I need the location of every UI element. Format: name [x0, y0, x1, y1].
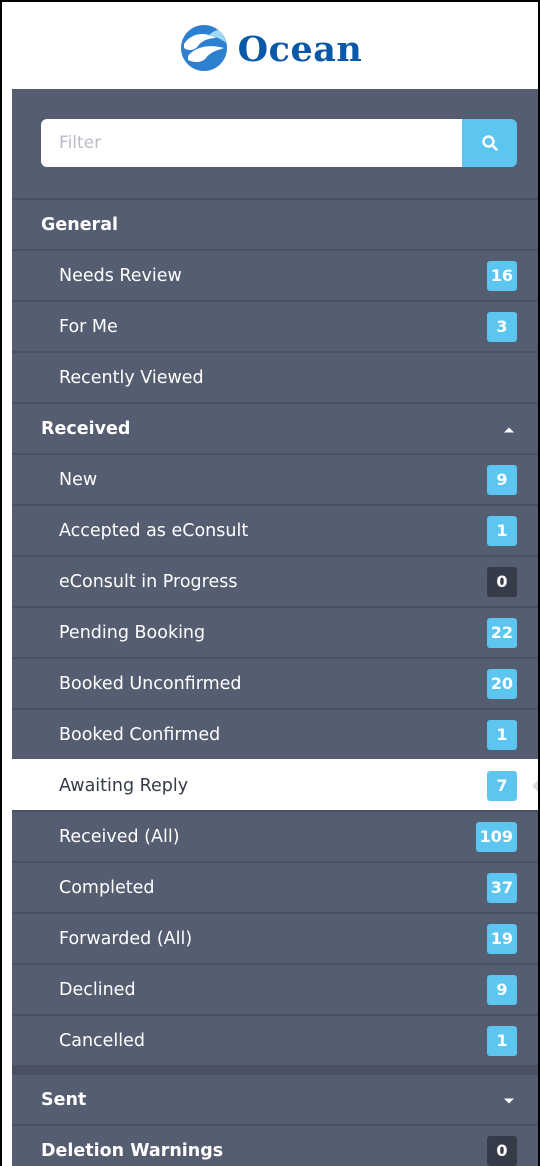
nav-item-forwarded-all[interactable]: Forwarded (All) 19 [12, 912, 538, 963]
nav-item-for-me[interactable]: For Me 3 [12, 300, 538, 351]
nav-item-new[interactable]: New 9 [12, 453, 538, 504]
count-badge: 37 [486, 872, 517, 903]
app-window: Ocean General Needs Review 16 For Me 3 R… [0, 0, 540, 1166]
section-header-received[interactable]: Received [12, 402, 538, 453]
nav-item-accepted-as-econsult[interactable]: Accepted as eConsult 1 [12, 504, 538, 555]
nav-item-booked-confirmed[interactable]: Booked Confirmed 1 [12, 708, 538, 759]
nav-item-label: Declined [59, 979, 136, 1000]
nav-item-label: Cancelled [59, 1030, 146, 1051]
section-header-deletion-warnings[interactable]: Deletion Warnings 0 [12, 1124, 538, 1166]
count-badge: 1 [487, 515, 517, 546]
section-label: General [41, 214, 118, 235]
nav-item-label: Recently Viewed [59, 367, 204, 388]
filter-bar [41, 119, 517, 167]
nav-item-label: eConsult in Progress [59, 571, 238, 592]
section-label: Deletion Warnings [41, 1140, 224, 1161]
count-badge: 1 [487, 1025, 517, 1056]
chevron-up-icon [504, 427, 514, 432]
nav-item-pending-booking[interactable]: Pending Booking 22 [12, 606, 538, 657]
nav-item-econsult-in-progress[interactable]: eConsult in Progress 0 [12, 555, 538, 606]
search-icon [481, 135, 498, 151]
count-badge: 0 [487, 1135, 517, 1166]
section-header-general[interactable]: General [12, 198, 538, 249]
count-badge: 1 [487, 719, 517, 750]
count-badge: 19 [486, 923, 517, 954]
nav-item-booked-unconfirmed[interactable]: Booked Unconfirmed 20 [12, 657, 538, 708]
count-badge: 9 [487, 974, 517, 1005]
nav-item-awaiting-reply[interactable]: Awaiting Reply 7 [12, 759, 538, 810]
filter-input[interactable] [41, 119, 462, 167]
active-indicator-icon [532, 775, 538, 796]
nav-item-label: Completed [59, 877, 155, 898]
nav-item-needs-review[interactable]: Needs Review 16 [12, 249, 538, 300]
count-badge: 109 [475, 821, 517, 852]
count-badge: 0 [487, 566, 517, 597]
nav-item-label: Accepted as eConsult [59, 520, 249, 541]
brand-name: Ocean [237, 28, 363, 70]
section-label: Sent [41, 1089, 87, 1110]
nav-item-label: Needs Review [59, 265, 182, 286]
nav-item-label: Booked Confirmed [59, 724, 221, 745]
count-badge: 20 [486, 668, 517, 699]
nav-item-label: New [59, 469, 98, 490]
section-header-sent[interactable]: Sent [12, 1073, 538, 1124]
nav-item-label: Awaiting Reply [59, 775, 189, 796]
nav-item-recently-viewed[interactable]: Recently Viewed [12, 351, 538, 402]
chevron-down-icon [504, 1098, 514, 1103]
nav-item-label: For Me [59, 316, 118, 337]
count-badge: 16 [486, 260, 517, 291]
count-badge: 22 [486, 617, 517, 648]
nav-item-completed[interactable]: Completed 37 [12, 861, 538, 912]
nav-item-label: Booked Unconfirmed [59, 673, 242, 694]
nav-item-label: Forwarded (All) [59, 928, 193, 949]
nav-item-label: Pending Booking [59, 622, 206, 643]
nav-item-cancelled[interactable]: Cancelled 1 [12, 1014, 538, 1065]
section-label: Received [41, 418, 131, 439]
count-badge: 3 [487, 311, 517, 342]
logo[interactable]: Ocean [2, 2, 538, 88]
count-badge: 7 [487, 770, 517, 801]
sidebar: General Needs Review 16 For Me 3 Recentl… [12, 89, 538, 1166]
nav-item-label: Received (All) [59, 826, 180, 847]
nav-item-received-all[interactable]: Received (All) 109 [12, 810, 538, 861]
ocean-logo-icon [180, 25, 227, 71]
nav-item-declined[interactable]: Declined 9 [12, 963, 538, 1014]
count-badge: 9 [487, 464, 517, 495]
search-button[interactable] [462, 119, 517, 167]
